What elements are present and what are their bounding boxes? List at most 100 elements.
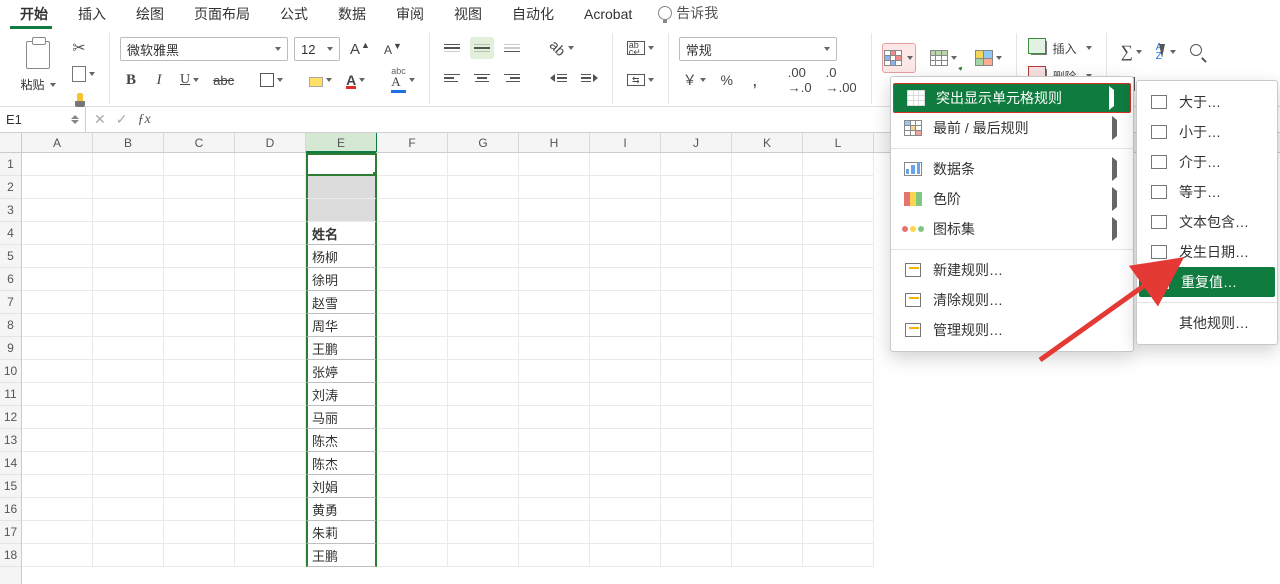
- row-header-8[interactable]: 8: [0, 314, 21, 337]
- fill-color-button[interactable]: [305, 69, 336, 91]
- row-header-14[interactable]: 14: [0, 452, 21, 475]
- cell-B14[interactable]: [93, 452, 164, 475]
- borders-button[interactable]: [256, 69, 287, 91]
- cell-K16[interactable]: [732, 498, 803, 521]
- orientation-button[interactable]: ab: [546, 37, 579, 59]
- row-header-7[interactable]: 7: [0, 291, 21, 314]
- cell-D9[interactable]: [235, 337, 306, 360]
- cell-F11[interactable]: [377, 383, 448, 406]
- tab-acrobat[interactable]: Acrobat: [570, 0, 646, 26]
- tell-me[interactable]: 告诉我: [648, 0, 728, 26]
- font-name-combo[interactable]: 微软雅黑: [120, 37, 288, 61]
- phonetic-button[interactable]: abc A: [387, 69, 419, 91]
- cell-H11[interactable]: [519, 383, 590, 406]
- row-header-12[interactable]: 12: [0, 406, 21, 429]
- cell-G7[interactable]: [448, 291, 519, 314]
- cell-A8[interactable]: [22, 314, 93, 337]
- bold-button[interactable]: B: [120, 69, 142, 91]
- cell-A1[interactable]: [22, 153, 93, 176]
- cell-F18[interactable]: [377, 544, 448, 567]
- cell-E4[interactable]: 姓名: [306, 222, 377, 245]
- number-format-combo[interactable]: 常规: [679, 37, 837, 61]
- cell-D14[interactable]: [235, 452, 306, 475]
- cell-B10[interactable]: [93, 360, 164, 383]
- cell-F4[interactable]: [377, 222, 448, 245]
- cell-J11[interactable]: [661, 383, 732, 406]
- cell-J6[interactable]: [661, 268, 732, 291]
- cell-F15[interactable]: [377, 475, 448, 498]
- conditional-formatting-button[interactable]: [882, 43, 916, 73]
- row-header-6[interactable]: 6: [0, 268, 21, 291]
- cell-K7[interactable]: [732, 291, 803, 314]
- submenu-less-than[interactable]: 小于…: [1137, 117, 1277, 147]
- cell-I4[interactable]: [590, 222, 661, 245]
- row-header-18[interactable]: 18: [0, 544, 21, 567]
- cell-I15[interactable]: [590, 475, 661, 498]
- sort-filter-button[interactable]: [1152, 37, 1180, 67]
- column-header-A[interactable]: A: [22, 133, 93, 152]
- cell-L12[interactable]: [803, 406, 874, 429]
- cell-E9[interactable]: 王鹏: [306, 337, 377, 360]
- cell-J12[interactable]: [661, 406, 732, 429]
- currency-button[interactable]: ￥: [679, 69, 710, 91]
- tab-draw[interactable]: 绘图: [122, 0, 178, 26]
- row-header-17[interactable]: 17: [0, 521, 21, 544]
- cell-L2[interactable]: [803, 176, 874, 199]
- cell-F3[interactable]: [377, 199, 448, 222]
- column-header-B[interactable]: B: [93, 133, 164, 152]
- cell-E15[interactable]: 刘娟: [306, 475, 377, 498]
- cell-I2[interactable]: [590, 176, 661, 199]
- cell-G12[interactable]: [448, 406, 519, 429]
- submenu-equal-to[interactable]: 等于…: [1137, 177, 1277, 207]
- column-header-F[interactable]: F: [377, 133, 448, 152]
- paste-button[interactable]: 粘贴: [16, 37, 60, 95]
- cell-C13[interactable]: [164, 429, 235, 452]
- cell-B8[interactable]: [93, 314, 164, 337]
- cell-J3[interactable]: [661, 199, 732, 222]
- row-header-5[interactable]: 5: [0, 245, 21, 268]
- cell-H14[interactable]: [519, 452, 590, 475]
- cell-C15[interactable]: [164, 475, 235, 498]
- cell-H4[interactable]: [519, 222, 590, 245]
- cell-A6[interactable]: [22, 268, 93, 291]
- cell-A16[interactable]: [22, 498, 93, 521]
- enter-formula-button[interactable]: ✓: [116, 111, 128, 128]
- cell-K14[interactable]: [732, 452, 803, 475]
- cell-G11[interactable]: [448, 383, 519, 406]
- cell-F10[interactable]: [377, 360, 448, 383]
- row-header-15[interactable]: 15: [0, 475, 21, 498]
- cell-D2[interactable]: [235, 176, 306, 199]
- insert-button[interactable]: 插入: [1027, 37, 1096, 59]
- cell-K4[interactable]: [732, 222, 803, 245]
- row-header-9[interactable]: 9: [0, 337, 21, 360]
- menu-manage-rules[interactable]: 管理规则…: [891, 315, 1133, 345]
- cell-G4[interactable]: [448, 222, 519, 245]
- submenu-greater-than[interactable]: 大于…: [1137, 87, 1277, 117]
- autosum-button[interactable]: ∑: [1117, 41, 1146, 63]
- cell-I14[interactable]: [590, 452, 661, 475]
- submenu-between[interactable]: 介于…: [1137, 147, 1277, 177]
- cancel-formula-button[interactable]: ✕: [94, 111, 106, 128]
- fx-button[interactable]: ƒx: [137, 112, 150, 128]
- cell-B4[interactable]: [93, 222, 164, 245]
- cell-E16[interactable]: 黄勇: [306, 498, 377, 521]
- cell-I9[interactable]: [590, 337, 661, 360]
- align-left-button[interactable]: [440, 67, 464, 89]
- tab-page-layout[interactable]: 页面布局: [180, 0, 264, 26]
- cell-G8[interactable]: [448, 314, 519, 337]
- cell-K9[interactable]: [732, 337, 803, 360]
- namebox-spinner[interactable]: [71, 115, 79, 124]
- cell-I6[interactable]: [590, 268, 661, 291]
- strike-button[interactable]: abc: [209, 69, 238, 91]
- cell-F9[interactable]: [377, 337, 448, 360]
- italic-button[interactable]: I: [148, 69, 170, 91]
- cell-C14[interactable]: [164, 452, 235, 475]
- cell-B7[interactable]: [93, 291, 164, 314]
- cell-E7[interactable]: 赵雪: [306, 291, 377, 314]
- column-header-I[interactable]: I: [590, 133, 661, 152]
- cell-C9[interactable]: [164, 337, 235, 360]
- cell-A9[interactable]: [22, 337, 93, 360]
- cell-D11[interactable]: [235, 383, 306, 406]
- cell-C12[interactable]: [164, 406, 235, 429]
- cell-K3[interactable]: [732, 199, 803, 222]
